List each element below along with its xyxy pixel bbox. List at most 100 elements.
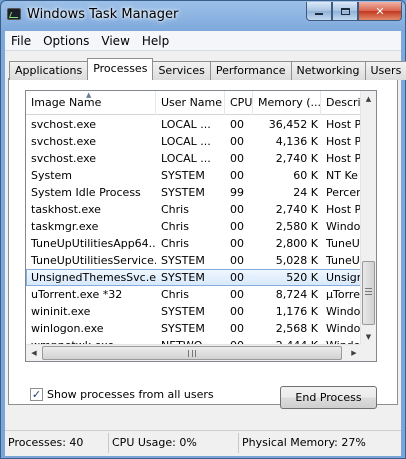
process-cpu: 00	[230, 203, 244, 216]
menu-view[interactable]: View	[95, 34, 135, 48]
process-image-name: System	[31, 169, 73, 182]
vertical-scrollbar[interactable]: ▲ ▼	[360, 91, 376, 345]
process-user-name: LOCAL ...	[161, 152, 211, 165]
grip-icon	[188, 350, 196, 357]
process-memory: 2,800 K	[275, 237, 318, 250]
process-image-name: winlogon.exe	[31, 322, 104, 335]
process-user-name: Chris	[161, 203, 189, 216]
process-description: Host P	[326, 118, 362, 131]
process-row[interactable]: svchost.exe LOCAL ... 00 2,740 K Host P	[26, 150, 362, 167]
show-all-users-label[interactable]: Show processes from all users	[47, 388, 214, 401]
column-header-memory[interactable]: Memory (...	[253, 91, 321, 115]
process-description: Host P	[326, 152, 362, 165]
tab-applications[interactable]: Applications	[9, 61, 89, 80]
process-memory: 24 K	[293, 186, 318, 199]
process-row[interactable]: uTorrent.exe *32 Chris 00 8,724 K μTorre	[26, 286, 362, 303]
process-row[interactable]: System Idle Process SYSTEM 99 24 K Percer	[26, 184, 362, 201]
menu-options[interactable]: Options	[37, 34, 95, 48]
menu-file[interactable]: File	[5, 34, 37, 48]
menu-help[interactable]: Help	[136, 34, 175, 48]
tab-users[interactable]: Users	[364, 61, 406, 80]
process-cpu: 00	[230, 288, 244, 301]
process-memory: 36,452 K	[268, 118, 318, 131]
process-image-name: taskhost.exe	[31, 203, 101, 216]
process-cpu: 00	[230, 322, 244, 335]
status-bar: Processes: 40 CPU Usage: 0% Physical Mem…	[5, 430, 401, 454]
show-all-users-option[interactable]: ✓ Show processes from all users	[30, 388, 214, 401]
process-row[interactable]: taskmgr.exe Chris 00 2,580 K Windo	[26, 218, 362, 235]
process-cpu: 99	[230, 186, 244, 199]
process-row[interactable]: TuneUpUtilitiesApp64.... Chris 00 2,800 K Tu…	[26, 235, 362, 252]
process-row[interactable]: TuneUpUtilitiesService... SYSTEM 00 5,028 K…	[26, 252, 362, 269]
process-cpu: 00	[230, 237, 244, 250]
process-cpu: 00	[230, 169, 244, 182]
process-memory: 520 K	[286, 271, 318, 284]
scroll-up-icon[interactable]: ▲	[361, 91, 376, 107]
column-header-image-name[interactable]: ▲ Image Name	[26, 91, 156, 115]
process-row[interactable]: UnsignedThemesSvc.exe SYSTEM 00 520 K Unsign	[26, 269, 362, 286]
process-user-name: SYSTEM	[161, 169, 205, 182]
process-description: Unsign	[326, 271, 362, 284]
process-cpu: 00	[230, 152, 244, 165]
process-cpu: 00	[230, 220, 244, 233]
column-header-cpu[interactable]: CPU	[225, 91, 253, 115]
process-image-name: wininit.exe	[31, 305, 91, 318]
tab-performance[interactable]: Performance	[209, 61, 292, 80]
process-memory: 2,740 K	[275, 152, 318, 165]
process-row[interactable]: svchost.exe LOCAL ... 00 4,136 K Host P	[26, 133, 362, 150]
process-user-name: LOCAL ...	[161, 135, 211, 148]
process-row[interactable]: taskhost.exe Chris 00 2,740 K Host P	[26, 201, 362, 218]
process-row[interactable]: System SYSTEM 00 60 K NT Ke	[26, 167, 362, 184]
column-header-description[interactable]: Descri	[321, 91, 362, 115]
tab-processes[interactable]: Processes	[87, 58, 154, 80]
process-user-name: SYSTEM	[161, 305, 205, 318]
horizontal-scroll-thumb[interactable]	[42, 346, 342, 360]
sort-ascending-icon: ▲	[86, 91, 92, 99]
process-image-name: TuneUpUtilitiesService...	[31, 254, 156, 267]
process-row[interactable]: winlogon.exe SYSTEM 00 2,568 K Windo	[26, 320, 362, 337]
process-memory: 2,568 K	[275, 322, 318, 335]
process-list[interactable]: ▲ Image Name User Name CPU Memory (... D…	[25, 90, 377, 362]
close-button[interactable]: ✕	[358, 2, 402, 21]
process-user-name: Chris	[161, 288, 189, 301]
process-description: Host P	[326, 135, 362, 148]
process-user-name: Chris	[161, 220, 189, 233]
process-memory: 5,028 K	[275, 254, 318, 267]
process-description: TuneU	[326, 237, 360, 250]
process-memory: 4,136 K	[275, 135, 318, 148]
process-image-name: svchost.exe	[31, 118, 97, 131]
process-description: Windo	[326, 220, 361, 233]
process-image-name: svchost.exe	[31, 152, 97, 165]
tab-networking[interactable]: Networking	[290, 61, 366, 80]
process-description: μTorre	[326, 288, 360, 301]
vertical-scroll-thumb[interactable]	[362, 261, 375, 325]
process-row[interactable]: wininit.exe SYSTEM 00 1,176 K Windo	[26, 303, 362, 320]
process-user-name: SYSTEM	[161, 254, 205, 267]
maximize-button[interactable]	[332, 2, 358, 21]
process-user-name: Chris	[161, 237, 189, 250]
checkmark-icon: ✓	[31, 388, 42, 401]
tab-services[interactable]: Services	[152, 61, 211, 80]
process-memory: 2,580 K	[275, 220, 318, 233]
process-image-name: taskmgr.exe	[31, 220, 99, 233]
show-all-users-checkbox[interactable]: ✓	[30, 388, 43, 401]
column-header-user-name[interactable]: User Name	[156, 91, 225, 115]
process-user-name: SYSTEM	[161, 186, 205, 199]
end-process-button[interactable]: End Process	[280, 386, 377, 409]
menu-bar: File Options View Help	[5, 31, 401, 51]
process-rows: svchost.exe LOCAL ... 00 36,452 K Host Psvch…	[26, 116, 362, 354]
process-user-name: LOCAL ...	[161, 118, 211, 131]
scroll-left-icon[interactable]: ◀	[26, 345, 42, 361]
task-manager-app-icon	[7, 8, 21, 20]
process-cpu: 00	[230, 135, 244, 148]
process-description: Windo	[326, 322, 361, 335]
process-image-name: uTorrent.exe *32	[31, 288, 123, 301]
process-row[interactable]: svchost.exe LOCAL ... 00 36,452 K Host P	[26, 116, 362, 133]
process-memory: 60 K	[293, 169, 318, 182]
process-image-name: TuneUpUtilitiesApp64....	[31, 237, 156, 250]
scroll-down-icon[interactable]: ▼	[361, 329, 376, 345]
minimize-button[interactable]	[306, 2, 332, 21]
process-description: Host P	[326, 203, 362, 216]
horizontal-scrollbar[interactable]: ◀ ▶	[26, 344, 362, 361]
title-bar[interactable]: Windows Task Manager ✕	[1, 1, 405, 31]
